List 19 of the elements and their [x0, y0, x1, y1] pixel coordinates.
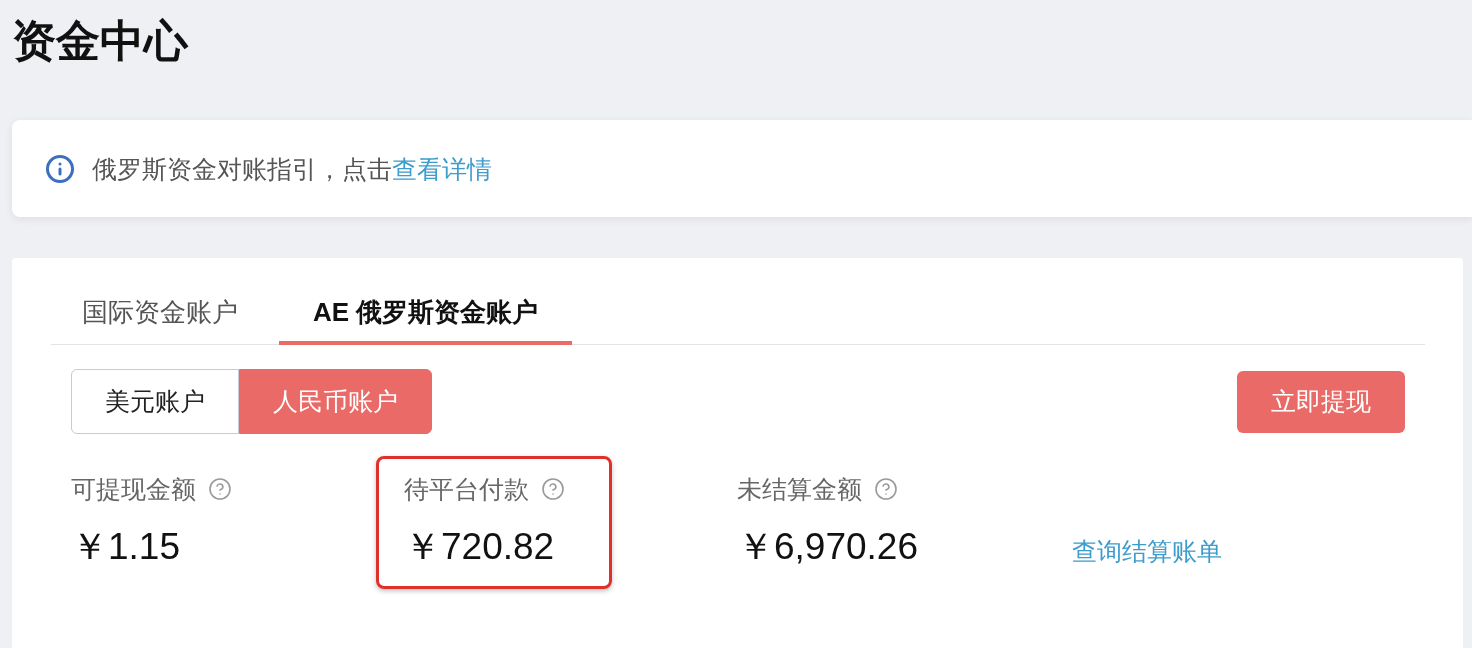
info-icon: [45, 153, 75, 184]
page-title: 资金中心: [12, 15, 188, 67]
account-tab[interactable]: AE 俄罗斯资金账户: [279, 280, 573, 345]
stat-value: ￥720.82: [404, 526, 556, 568]
notice-text: 俄罗斯资金对账指引，点击查看详情: [92, 153, 492, 185]
settlement-bill-link[interactable]: 查询结算账单: [1072, 536, 1222, 566]
help-icon[interactable]: [541, 477, 565, 501]
withdraw-button[interactable]: 立即提现: [1237, 370, 1405, 433]
help-icon[interactable]: [874, 477, 898, 501]
stat-label: 待平台付款: [404, 474, 529, 504]
stat-value: ￥6,970.26: [737, 526, 919, 568]
stat-label: 未结算金额: [737, 474, 862, 504]
currency-toggle-button[interactable]: 美元账户: [71, 369, 239, 434]
help-icon[interactable]: [208, 477, 232, 501]
account-tab[interactable]: 国际资金账户: [51, 280, 269, 345]
currency-toggle-button[interactable]: 人民币账户: [239, 369, 432, 434]
stat-value: ￥1.15: [71, 526, 181, 568]
details-link[interactable]: 查看详情: [392, 154, 492, 183]
stat-label: 可提现金额: [71, 474, 196, 504]
